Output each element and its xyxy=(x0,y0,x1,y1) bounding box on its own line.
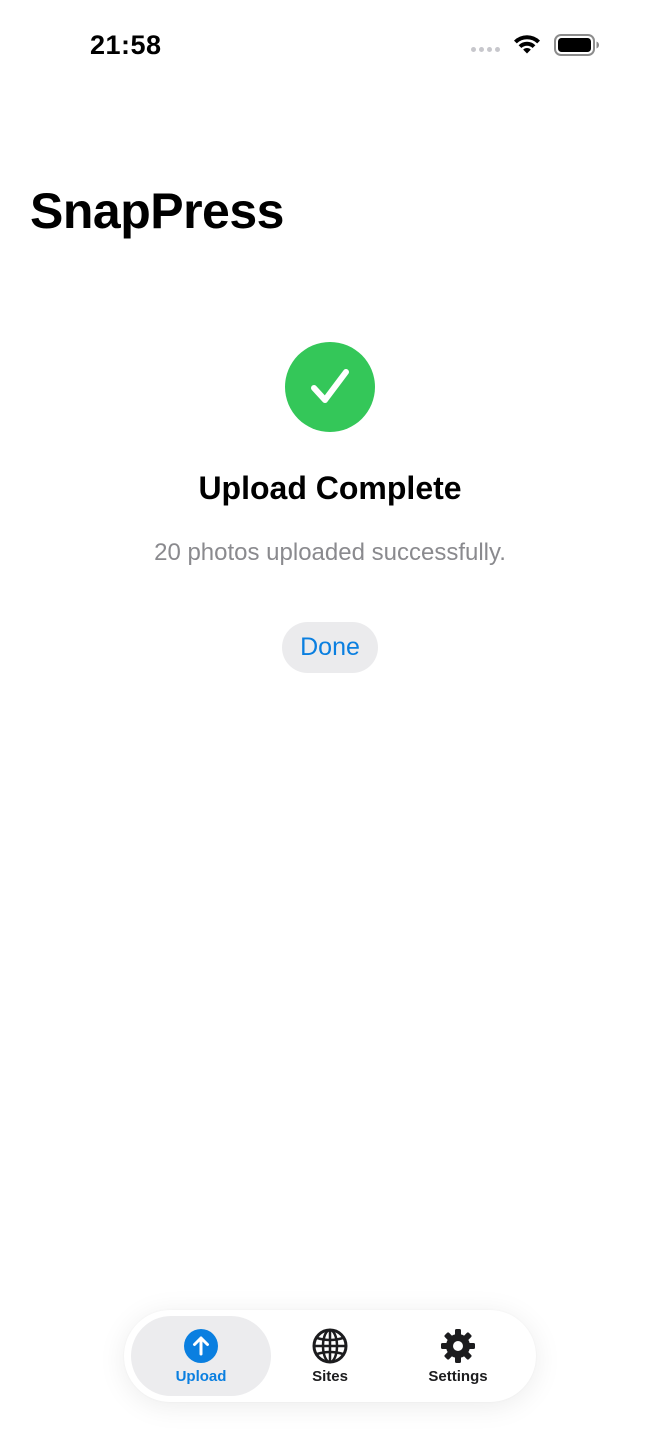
status-time: 21:58 xyxy=(90,30,162,60)
arrow-up-circle-icon xyxy=(183,1328,219,1364)
screen: 21:58 SnapPress Upload Complete 20 photo… xyxy=(0,0,660,1434)
cellular-signal-icon xyxy=(471,46,500,52)
upload-complete-message: 20 photos uploaded successfully. xyxy=(154,539,506,566)
page-title: SnapPress xyxy=(30,183,284,239)
tab-bar: Upload Sites Settings xyxy=(124,1310,536,1402)
tab-upload[interactable]: Upload xyxy=(131,1316,271,1396)
upload-complete-title: Upload Complete xyxy=(198,470,462,506)
checkmark-circle-icon xyxy=(285,342,375,432)
tab-upload-label: Upload xyxy=(175,1367,227,1385)
tab-settings[interactable]: Settings xyxy=(392,1316,524,1396)
wifi-icon xyxy=(514,35,540,54)
gear-icon xyxy=(440,1328,476,1364)
tab-settings-label: Settings xyxy=(428,1367,488,1385)
tab-sites-label: Sites xyxy=(312,1367,348,1385)
globe-icon xyxy=(312,1328,348,1364)
status-icons xyxy=(471,34,600,56)
tab-sites[interactable]: Sites xyxy=(264,1316,396,1396)
battery-icon xyxy=(554,34,599,56)
done-button[interactable]: Done xyxy=(282,622,378,673)
